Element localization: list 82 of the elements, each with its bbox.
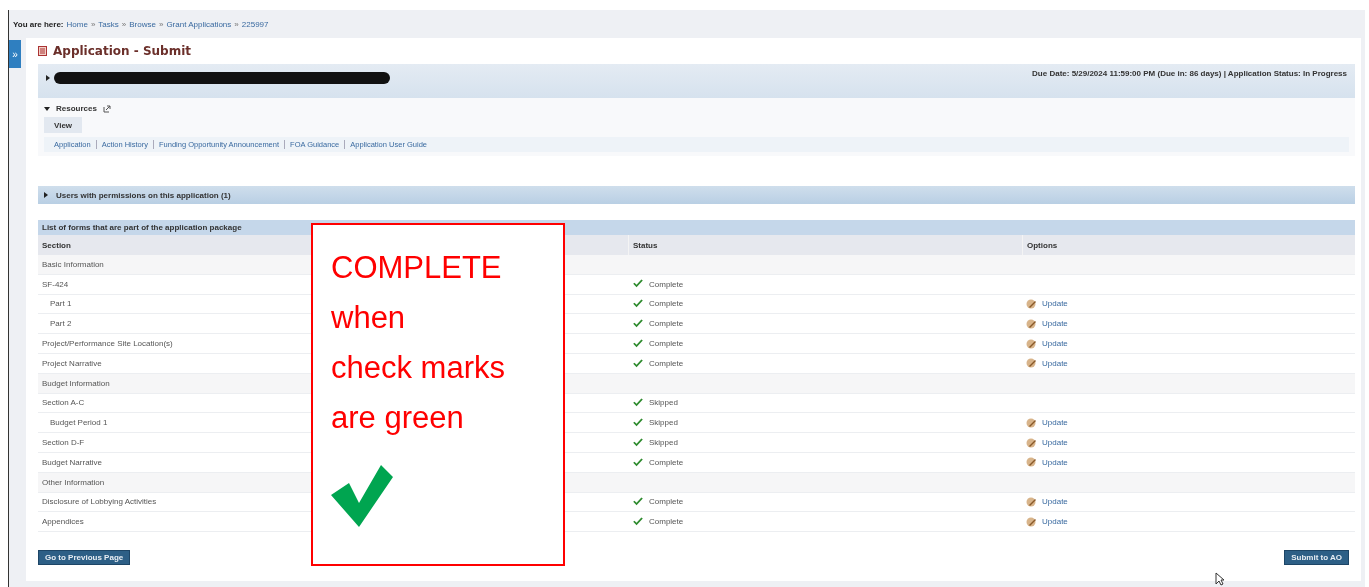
breadcrumb-link[interactable]: 225997 <box>241 19 269 29</box>
collapse-arrow-icon[interactable] <box>44 106 50 111</box>
previous-page-button[interactable]: Go to Previous Page <box>38 550 131 566</box>
section-name: Section A-C <box>42 398 85 408</box>
section-name: Section D-F <box>42 438 85 448</box>
check-icon <box>632 497 644 507</box>
update-link[interactable]: Update <box>1042 457 1068 467</box>
due-date-status: Due Date: 5/29/2024 11:59:00 PM (Due in: 86 days) | Application Status: In Progress <box>1031 68 1347 80</box>
status-text: Complete <box>649 497 684 507</box>
update-link[interactable]: Update <box>1042 517 1068 527</box>
edit-icon <box>1026 437 1037 448</box>
column-header: Status <box>628 235 1022 255</box>
breadcrumb-separator: » <box>121 19 127 29</box>
section-name: Budget Narrative <box>42 457 103 467</box>
check-icon <box>632 457 644 468</box>
section-name: Budget Period 1 <box>50 418 108 428</box>
column-header: Options <box>1022 235 1355 255</box>
breadcrumb-label: You are here: <box>13 19 64 29</box>
annotation-text: when <box>331 299 407 337</box>
status-text: Complete <box>649 279 684 289</box>
section-name: SF-424 <box>42 279 69 289</box>
check-icon <box>632 417 644 428</box>
update-link[interactable]: Update <box>1042 339 1068 349</box>
update-link[interactable]: Update <box>1042 438 1068 448</box>
view-tab[interactable]: View <box>44 117 83 133</box>
section-name: Project/Performance Site Location(s) <box>42 339 173 349</box>
edit-icon <box>1026 318 1037 329</box>
status-text: Skipped <box>649 438 678 448</box>
breadcrumb-link[interactable]: Tasks <box>98 19 119 29</box>
check-icon <box>632 279 644 289</box>
section-name: Part 2 <box>50 319 72 329</box>
users-permissions-bar[interactable]: Users with permissions on this application (1) <box>38 186 1355 204</box>
page-title: Application - Submit <box>53 44 191 58</box>
status-text: Skipped <box>649 418 678 428</box>
sidebar-toggle[interactable]: » <box>9 40 21 68</box>
check-icon <box>632 437 644 448</box>
status-text: Complete <box>649 299 684 309</box>
annotation-text: are green <box>331 399 465 437</box>
section-name: Disclosure of Lobbying Activities <box>42 497 157 507</box>
breadcrumb-link[interactable]: Grant Applications <box>166 19 232 29</box>
section-name: Appendices <box>42 517 84 527</box>
status-text: Complete <box>649 457 684 467</box>
status-text: Complete <box>649 339 684 349</box>
group-heading: Other Information <box>42 477 105 487</box>
update-link[interactable]: Update <box>1042 418 1068 428</box>
check-icon <box>632 338 644 349</box>
edit-icon <box>1026 338 1037 349</box>
status-text: Complete <box>649 517 684 527</box>
update-link[interactable]: Update <box>1042 358 1068 368</box>
resources-heading: Resources <box>56 104 97 113</box>
section-name: Project Narrative <box>42 358 102 368</box>
breadcrumb-separator: » <box>234 19 239 29</box>
check-icon <box>331 465 393 527</box>
update-link[interactable]: Update <box>1042 299 1068 309</box>
edit-icon <box>1026 299 1037 309</box>
breadcrumb-separator: » <box>90 19 96 29</box>
breadcrumb-separator: » <box>158 19 164 29</box>
expand-arrow-icon[interactable] <box>46 75 50 81</box>
group-heading: Budget Information <box>42 378 110 388</box>
check-icon <box>632 299 644 309</box>
edit-icon <box>1026 516 1037 527</box>
status-text: Complete <box>649 358 684 368</box>
external-link-icon[interactable] <box>102 104 111 113</box>
annotation-text: check marks <box>331 349 506 387</box>
document-icon <box>38 46 47 56</box>
group-heading: Basic Information <box>42 259 104 269</box>
check-icon <box>632 358 644 369</box>
breadcrumb-link[interactable]: Home <box>66 19 88 29</box>
breadcrumb-link[interactable]: Browse <box>129 19 156 29</box>
status-text: Skipped <box>649 398 678 408</box>
edit-icon <box>1026 496 1037 507</box>
submit-button[interactable]: Submit to AO <box>1284 550 1349 566</box>
status-text: Complete <box>649 319 684 329</box>
section-name: Part 1 <box>50 299 72 309</box>
update-link[interactable]: Update <box>1042 497 1068 507</box>
check-icon <box>632 398 644 408</box>
check-icon <box>632 516 644 527</box>
edit-icon <box>1026 457 1037 468</box>
check-icon <box>632 319 644 329</box>
edit-icon <box>1026 417 1037 428</box>
update-link[interactable]: Update <box>1042 319 1068 329</box>
edit-icon <box>1026 358 1037 369</box>
